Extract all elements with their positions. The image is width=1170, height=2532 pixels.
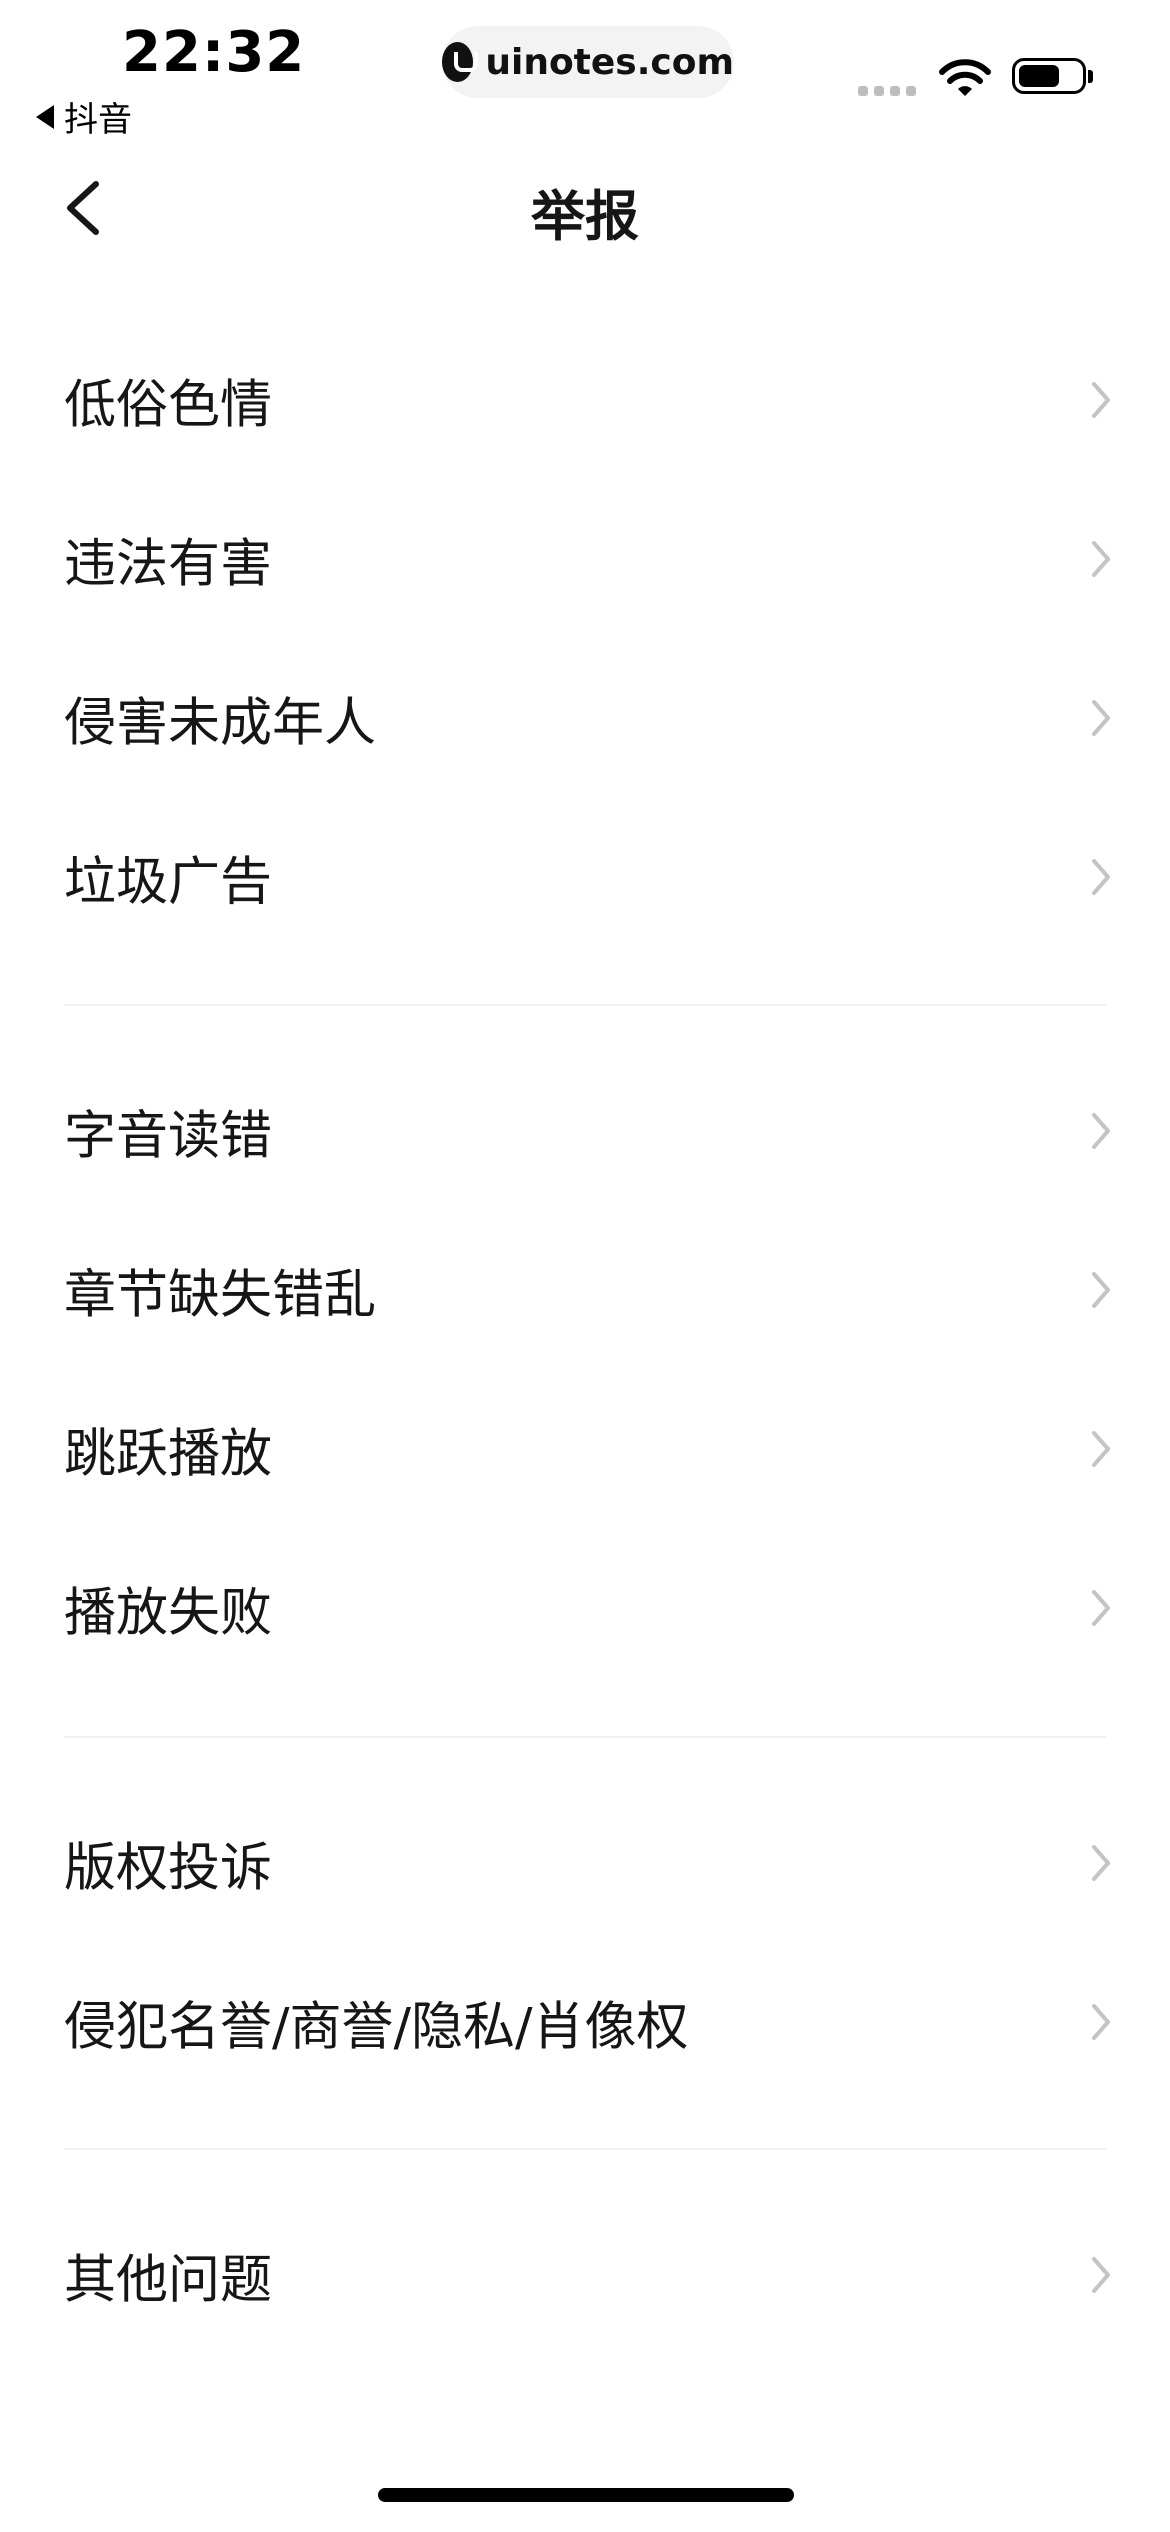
report-item[interactable]: 侵害未成年人 — [0, 638, 1170, 798]
group-divider — [64, 2148, 1106, 2150]
report-item[interactable]: 低俗色情 — [0, 320, 1170, 480]
status-time: 22:32 — [122, 20, 306, 85]
report-item-label: 其他问题 — [64, 2250, 273, 2311]
status-bar: 22:32 抖音 uinotes.com — [0, 0, 1170, 150]
report-item[interactable]: 跳跃播放 — [0, 1369, 1170, 1529]
chevron-right-icon — [1092, 859, 1110, 895]
group-divider — [64, 1004, 1106, 1006]
chevron-right-icon — [1092, 1113, 1110, 1149]
home-indicator — [378, 2488, 794, 2502]
report-item-label: 字音读错 — [64, 1106, 273, 1167]
report-item[interactable]: 播放失败 — [0, 1528, 1170, 1688]
nav-bar: 举报 — [0, 150, 1170, 266]
report-item[interactable]: 章节缺失错乱 — [0, 1210, 1170, 1370]
report-item-label: 违法有害 — [64, 534, 273, 595]
page-title: 举报 — [531, 185, 639, 248]
chevron-right-icon — [1092, 2004, 1110, 2040]
chevron-right-icon — [1092, 1590, 1110, 1626]
site-logo-icon — [442, 42, 479, 82]
chevron-right-icon — [1092, 700, 1110, 736]
chevron-right-icon — [1092, 1272, 1110, 1308]
report-item[interactable]: 垃圾广告 — [0, 797, 1170, 957]
report-item[interactable]: 违法有害 — [0, 479, 1170, 639]
chevron-right-icon — [1092, 382, 1110, 418]
chevron-right-icon — [1092, 1431, 1110, 1467]
report-item[interactable]: 侵犯名誉/商誉/隐私/肖像权 — [0, 1942, 1170, 2102]
back-triangle-icon — [36, 104, 54, 129]
chevron-right-icon — [1092, 1845, 1110, 1881]
chevron-right-icon — [1092, 541, 1110, 577]
report-item-label: 垃圾广告 — [64, 852, 273, 913]
report-item[interactable]: 字音读错 — [0, 1051, 1170, 1211]
chevron-right-icon — [1092, 2257, 1110, 2293]
report-item-label: 版权投诉 — [64, 1838, 273, 1899]
report-item-label: 跳跃播放 — [64, 1424, 273, 1485]
report-item-label: 低俗色情 — [64, 375, 273, 436]
back-to-app-button[interactable]: 抖音 — [36, 92, 132, 141]
battery-icon — [1012, 58, 1093, 94]
report-item-label: 播放失败 — [64, 1583, 273, 1644]
report-item-label: 侵犯名誉/商誉/隐私/肖像权 — [64, 1997, 689, 2058]
url-pill: uinotes.com — [442, 26, 734, 98]
report-item[interactable]: 版权投诉 — [0, 1783, 1170, 1943]
report-item[interactable]: 其他问题 — [0, 2195, 1170, 2355]
report-item-label: 章节缺失错乱 — [64, 1265, 377, 1326]
report-item-label: 侵害未成年人 — [64, 693, 377, 754]
wifi-icon — [939, 59, 991, 96]
back-app-label: 抖音 — [64, 100, 132, 140]
group-divider — [64, 1736, 1106, 1738]
url-text: uinotes.com — [485, 41, 734, 83]
cellular-signal-icon — [858, 86, 916, 96]
